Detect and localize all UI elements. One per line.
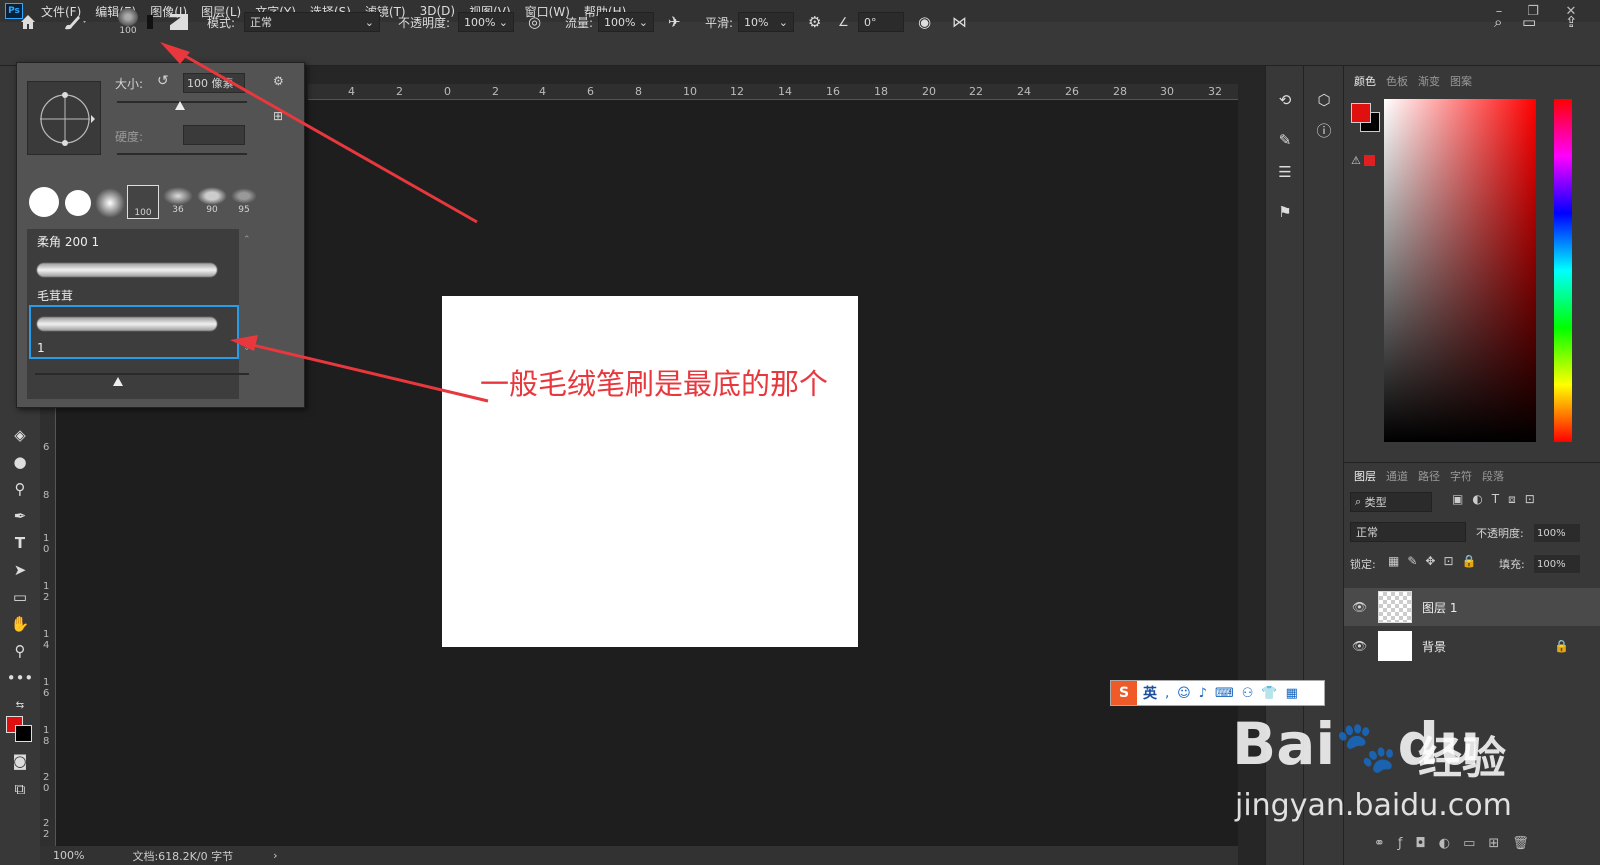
ime-language-label[interactable]: 英 (1143, 683, 1157, 703)
watermark-url: jingyan.baidu.com (1235, 788, 1512, 823)
ime-toolbar[interactable]: S 英 ‚☺♪⌨⚇👕▦ (1110, 680, 1325, 706)
arrow-head-icon (230, 335, 258, 351)
arrow-head-icon (160, 42, 190, 64)
paw-icon: 🐾 (1335, 718, 1398, 776)
color-fg-swatch[interactable] (1351, 103, 1371, 123)
sogou-logo-icon: S (1111, 681, 1137, 705)
ime-tool-icons[interactable]: ‚☺♪⌨⚇👕▦ (1165, 686, 1306, 701)
baidu-jingyan-text: 经验 (1418, 733, 1506, 784)
